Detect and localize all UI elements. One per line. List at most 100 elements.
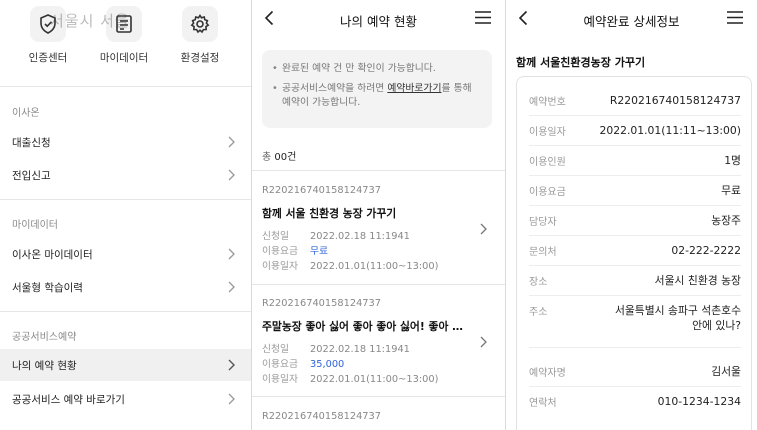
detail-label: 담당자 — [529, 217, 557, 228]
divider — [529, 265, 741, 266]
menu-item-label: 공공서비스 예약 바로가기 — [12, 394, 125, 406]
notice-line: 완료된 예약 건 만 확인이 가능합니다. — [272, 62, 482, 76]
menu-item-isaon-mydata[interactable]: 이사온 마이데이터 — [0, 239, 251, 269]
detail-value: 1명 — [724, 154, 741, 167]
field-value: 2022.01.01(11:00~13:00) — [310, 374, 439, 385]
section-title: 공공서비스예약 — [12, 332, 77, 343]
use-date-row: 이용일자 2022.01.01(11:00~13:00) — [262, 258, 438, 272]
detail-label: 주소 — [529, 307, 548, 318]
menu-item-move-in[interactable]: 전입신고 — [0, 160, 251, 190]
icon-label: 마이데이터 — [99, 52, 149, 64]
divider — [529, 115, 741, 116]
reservation-id: R220216740158124737 — [262, 185, 382, 196]
divider — [0, 199, 251, 200]
divider — [0, 86, 251, 87]
reservation-card[interactable]: R220216740158124737 — [252, 411, 505, 430]
field-label: 신청일 — [262, 231, 290, 242]
detail-value: 농장주 — [711, 214, 741, 227]
detail-label: 이용일자 — [529, 127, 566, 138]
use-date-row: 이용일자 2022.01.01(11:00~13:00) — [262, 371, 438, 385]
reservation-title: 함께 서울 친환경 농장 가꾸기 — [262, 207, 397, 220]
field-label: 이용일자 — [262, 374, 299, 385]
menu-item-public-service-shortcut[interactable]: 공공서비스 예약 바로가기 — [0, 384, 251, 414]
watermark: 서울시 서울 — [50, 12, 130, 30]
detail-value: 02-222-2222 — [671, 244, 741, 257]
detail-label: 장소 — [529, 277, 548, 288]
applied-date-row: 신청일 2022.02.18 11:1941 — [262, 228, 410, 242]
menu-item-label: 대출신청 — [12, 137, 51, 149]
applied-date-row: 신청일 2022.02.18 11:1941 — [262, 341, 410, 355]
icon-label: 환경설정 — [180, 52, 220, 64]
reservation-list-panel: 나의 예약 현황 완료된 예약 건 만 확인이 가능합니다. 공공서비스예약을 … — [252, 0, 505, 430]
reservation-card[interactable]: R220216740158124737 주말농장 좋아 싫어 좋아 좋아 싫어!… — [252, 298, 505, 398]
detail-label: 문의처 — [529, 247, 557, 258]
chevron-right-icon — [480, 223, 487, 235]
detail-value: 무료 — [721, 184, 741, 197]
address-line1: 서울특별시 송파구 석촌호수 — [614, 304, 741, 317]
hamburger-menu-icon[interactable] — [475, 11, 491, 24]
divider — [529, 295, 741, 296]
menu-item-label: 서울형 학습이력 — [12, 282, 83, 294]
reservation-shortcut-link[interactable]: 예약바로가기 — [387, 83, 441, 94]
divider — [529, 347, 741, 348]
divider — [0, 311, 251, 312]
fee-row: 이용요금 무료 — [262, 243, 328, 257]
detail-row-address: 주소 서울특별시 송파구 석촌호수안에 있나? — [529, 303, 741, 337]
chevron-right-icon — [228, 393, 235, 405]
chevron-right-icon — [480, 336, 487, 348]
menu-item-learning-history[interactable]: 서울형 학습이력 — [0, 272, 251, 302]
address-line2: 안에 있나? — [692, 319, 741, 332]
menu-item-my-reservations[interactable]: 나의 예약 현황 — [0, 349, 251, 381]
divider — [252, 284, 505, 285]
notice-text: 공공서비스예약을 하려면 — [282, 83, 388, 94]
detail-value: R220216740158124737 — [609, 94, 741, 107]
field-label: 이용요금 — [262, 359, 299, 370]
field-label: 이용요금 — [262, 246, 299, 257]
chevron-right-icon — [228, 359, 235, 371]
divider — [529, 235, 741, 236]
page-title: 나의 예약 현황 — [340, 14, 417, 29]
chevron-right-icon — [228, 248, 235, 260]
divider — [252, 396, 505, 397]
menu-item-label: 전입신고 — [12, 170, 51, 182]
header: 예약완료 상세정보 — [506, 0, 757, 38]
page-title: 예약완료 상세정보 — [583, 14, 680, 29]
settings-button[interactable]: 환경설정 — [160, 6, 240, 65]
divider — [529, 145, 741, 146]
detail-label: 예약자명 — [529, 368, 566, 379]
divider — [529, 175, 741, 176]
field-label: 이용일자 — [262, 261, 299, 272]
detail-card: 예약번호 R220216740158124737 이용일자 2022.01.01(1… — [516, 76, 752, 430]
divider — [529, 205, 741, 206]
chevron-right-icon — [228, 281, 235, 293]
reservation-title: 주말농장 좋아 싫어 좋아 좋아 싫어! 좋아 싫어 — [262, 320, 472, 333]
gear-icon — [182, 6, 218, 42]
field-value: 2022.01.01(11:00~13:00) — [310, 261, 439, 272]
reservation-id: R220216740158124737 — [262, 298, 382, 309]
notice-box: 완료된 예약 건 만 확인이 가능합니다. 공공서비스예약을 하려면 예약바로가… — [262, 50, 492, 128]
icon-label: 인증센터 — [28, 52, 68, 64]
detail-value: 010-1234-1234 — [657, 395, 741, 408]
field-value: 2022.02.18 11:1941 — [310, 231, 410, 242]
detail-value: 김서울 — [711, 365, 741, 378]
hamburger-menu-icon[interactable] — [727, 11, 743, 24]
detail-value: 서울시 친환경 농장 — [654, 274, 741, 287]
menu-item-label: 이사온 마이데이터 — [12, 249, 93, 261]
reservation-card[interactable]: R220216740158124737 함께 서울 친환경 농장 가꾸기 신청일… — [252, 185, 505, 285]
total-value: 00건 — [274, 152, 297, 163]
notice-line: 공공서비스예약을 하려면 예약바로가기를 통해 예약이 가능합니다. — [272, 82, 482, 110]
reservation-detail-panel: 예약완료 상세정보 함께 서울친환경농장 가꾸기 예약번호 R2202167401… — [506, 0, 757, 430]
menu-item-loan[interactable]: 대출신청 — [0, 127, 251, 157]
total-count: 총 00건 — [262, 148, 296, 163]
field-value: 무료 — [310, 246, 329, 257]
program-title: 함께 서울친환경농장 가꾸기 — [516, 56, 646, 69]
detail-value: 서울특별시 송파구 석촌호수안에 있나? — [615, 303, 741, 333]
field-value: 2022.02.18 11:1941 — [310, 344, 410, 355]
reservation-id: R220216740158124737 — [262, 411, 382, 422]
divider — [529, 386, 741, 387]
section-title: 이사온 — [12, 108, 40, 119]
menu-item-label: 나의 예약 현황 — [12, 360, 77, 372]
total-label: 총 — [262, 152, 275, 163]
menu-panel: 인증센터 마이데이터 환경설정 서울시 서울 이사온 대출신청 전입신고 마이데… — [0, 0, 251, 430]
divider — [252, 170, 505, 171]
